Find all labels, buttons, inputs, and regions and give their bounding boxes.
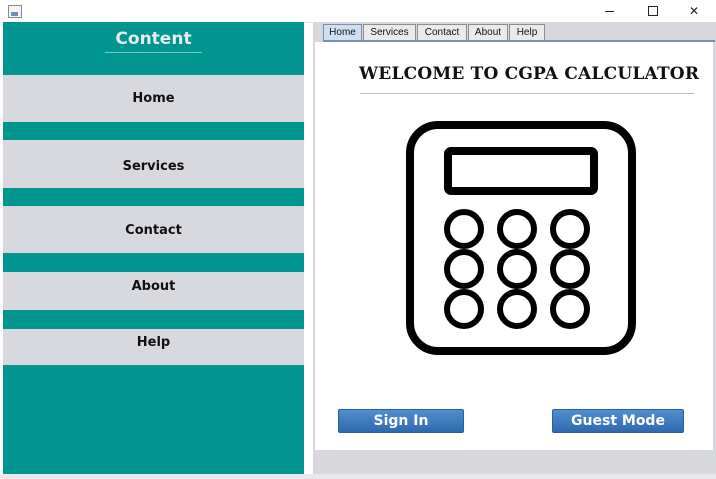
sign-in-button[interactable]: Sign In xyxy=(338,409,464,433)
sidebar-item-services[interactable]: Services xyxy=(3,140,304,188)
sidebar-item-label: Services xyxy=(122,159,185,174)
minimize-icon[interactable] xyxy=(587,0,631,22)
tab-help[interactable]: Help xyxy=(509,24,545,40)
sidebar-title-label: Content xyxy=(105,29,202,53)
close-icon[interactable] xyxy=(672,0,716,22)
sidebar-item-label: Home xyxy=(132,91,175,106)
calculator-icon xyxy=(406,121,636,355)
sidebar-item-help[interactable]: Help xyxy=(3,329,304,365)
sidebar-item-label: Contact xyxy=(125,223,182,238)
sidebar-item-home[interactable]: Home xyxy=(3,75,304,122)
java-app-icon xyxy=(8,5,22,18)
title-divider xyxy=(360,93,694,94)
tab-services[interactable]: Services xyxy=(363,24,416,40)
tab-home[interactable]: Home xyxy=(323,24,362,40)
sidebar: Content Home Services Contact About Help xyxy=(3,22,304,474)
sidebar-title: Content xyxy=(3,22,304,74)
window-bottom-edge xyxy=(0,474,716,479)
sidebar-item-contact[interactable]: Contact xyxy=(3,206,304,253)
title-bar xyxy=(0,0,716,23)
main-panel: Home Services Contact About Help WELCOME… xyxy=(313,22,716,474)
tab-contact[interactable]: Contact xyxy=(417,24,467,40)
sidebar-item-label: About xyxy=(131,279,176,294)
sidebar-item-label: Help xyxy=(136,335,171,350)
home-content: WELCOME TO CGPA CALCULATOR xyxy=(315,42,713,450)
tab-about[interactable]: About xyxy=(468,24,508,40)
guest-mode-button[interactable]: Guest Mode xyxy=(552,409,684,433)
sidebar-item-about[interactable]: About xyxy=(3,272,304,310)
maximize-icon[interactable] xyxy=(631,0,675,22)
page-title: WELCOME TO CGPA CALCULATOR xyxy=(359,64,700,84)
